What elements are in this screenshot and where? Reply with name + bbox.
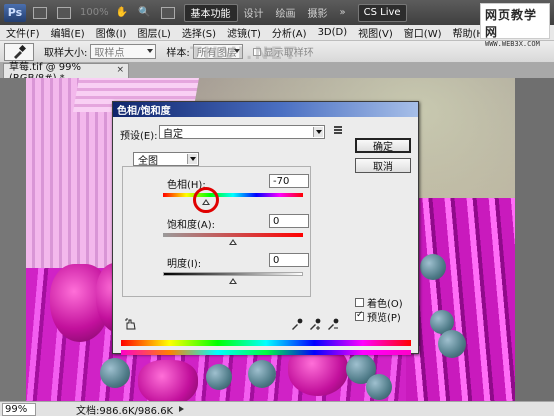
input-color-bar (121, 340, 411, 346)
zoom-level-readout[interactable]: 100% (80, 7, 109, 18)
colorize-checkbox[interactable]: 着色(O) (355, 295, 403, 310)
lightness-label: 明度(I): (167, 259, 202, 270)
status-bar: 99% 文档:986.6K/986.6K (0, 401, 554, 416)
lightness-input[interactable]: 0 (269, 253, 309, 267)
watermark-url: WWW.WEB3X.COM (485, 40, 540, 48)
menu-edit[interactable]: 编辑(E) (51, 25, 85, 40)
blueberry (366, 374, 392, 400)
checkbox-box (355, 298, 364, 307)
photoshop-logo: Ps (4, 3, 26, 22)
arrange-documents-button[interactable] (158, 4, 178, 22)
menu-bar: 文件(F) 编辑(E) 图像(I) 图层(L) 选择(S) 滤镜(T) 分析(A… (0, 25, 554, 41)
saturation-input[interactable]: 0 (269, 214, 309, 228)
close-icon[interactable]: × (116, 65, 124, 75)
saturation-slider-thumb[interactable] (229, 239, 237, 245)
view-extras-icon (57, 6, 71, 19)
blueberry (206, 364, 232, 390)
hand-tool-button[interactable]: ✋ (113, 4, 131, 22)
hue-saturation-dialog: 色相/饱和度 预设(E): 自定 确定 取消 全图 色相(H): -70 饱和度… (112, 101, 419, 355)
site-watermark: 网页教学网 WWW.WEB3X.COM (480, 3, 550, 48)
sample-label: 样本: (166, 48, 190, 59)
menu-filter[interactable]: 滤镜(T) (227, 25, 261, 40)
blueberry (420, 254, 446, 280)
menu-view[interactable]: 视图(V) (358, 25, 393, 40)
application-bar: Ps 100% ✋ 🔍 基本功能 设计 绘画 摄影 » CS Live (0, 0, 554, 25)
menu-select[interactable]: 选择(S) (182, 25, 216, 40)
menu-3d[interactable]: 3D(D) (318, 27, 348, 38)
sample-size-label: 取样大小: (44, 48, 88, 59)
document-info: 文档:986.6K/986.6K (76, 405, 174, 416)
chevron-down-icon (313, 127, 323, 137)
watermark-title: 网页教学网 (485, 8, 538, 39)
blueberry (438, 330, 466, 358)
checkbox-box (355, 310, 364, 321)
zoom-tool-button[interactable]: 🔍 (135, 4, 153, 22)
menu-file[interactable]: 文件(F) (6, 25, 40, 40)
workspace-more-button[interactable]: » (334, 4, 352, 22)
lightness-slider-thumb[interactable] (229, 278, 237, 284)
view-extras-button[interactable] (54, 4, 74, 22)
hue-input[interactable]: -70 (269, 174, 309, 188)
strawberry (138, 360, 198, 401)
arrange-icon (160, 6, 175, 19)
preset-select[interactable]: 自定 (159, 125, 325, 140)
preset-options-icon[interactable] (332, 126, 342, 136)
eyedropper-icon (14, 44, 26, 59)
menu-window[interactable]: 窗口(W) (404, 25, 442, 40)
highlight-circle (192, 187, 219, 213)
chevron-down-icon (147, 49, 154, 53)
workspace-photography[interactable]: 摄影 (302, 4, 334, 22)
preview-checkbox[interactable]: 预览(P) (355, 309, 401, 324)
bamboo-sticks-right (406, 198, 515, 401)
menu-analysis[interactable]: 分析(A) (272, 25, 307, 40)
output-color-bar (121, 350, 411, 355)
lightness-slider-track[interactable] (163, 272, 303, 276)
menu-image[interactable]: 图像(I) (96, 25, 127, 40)
ok-button[interactable]: 确定 (355, 138, 411, 153)
hue-slider-track[interactable] (163, 193, 303, 197)
sample-size-select[interactable]: 取样点 (90, 44, 157, 59)
preset-value: 自定 (163, 128, 183, 140)
chevron-down-icon (187, 154, 197, 164)
preset-label: 预设(E): (120, 131, 158, 142)
dialog-title[interactable]: 色相/饱和度 (113, 102, 418, 117)
status-menu-arrow-icon[interactable] (179, 406, 185, 412)
pasteboard-right (515, 78, 554, 401)
overlay-watermark: TILVI.NET (190, 44, 298, 64)
workspace-design[interactable]: 设计 (238, 4, 270, 22)
sample-size-value: 取样点 (94, 48, 125, 59)
colorize-label: 着色(O) (367, 299, 403, 310)
menu-layer[interactable]: 图层(L) (137, 25, 170, 40)
dialog-body: 预设(E): 自定 确定 取消 全图 色相(H): -70 饱和度(A): 0 … (113, 117, 418, 355)
channel-value: 全图 (138, 155, 158, 167)
blueberry (248, 360, 276, 388)
document-tab-row: 草莓.tif @ 99%(RGB/8#) * × (0, 62, 554, 84)
cs-live-button[interactable]: CS Live (357, 3, 407, 22)
workspace-painting[interactable]: 绘画 (270, 4, 302, 22)
cancel-button[interactable]: 取消 (355, 158, 411, 173)
saturation-slider-track[interactable] (163, 233, 303, 237)
subtract-from-sample-eyedropper-icon[interactable] (327, 318, 339, 330)
targeted-adjustment-icon[interactable] (125, 318, 137, 330)
eyedropper-icon[interactable] (291, 318, 303, 330)
saturation-label: 饱和度(A): (167, 220, 216, 231)
blueberry (100, 358, 130, 388)
add-to-sample-eyedropper-icon[interactable] (309, 318, 321, 330)
bridge-icon (33, 6, 47, 19)
preview-label: 预览(P) (367, 313, 401, 324)
zoom-input[interactable]: 99% (2, 402, 36, 416)
launch-bridge-button[interactable] (30, 4, 50, 22)
document-tab[interactable]: 草莓.tif @ 99%(RGB/8#) * × (3, 62, 129, 84)
workspace-switcher: 基本功能 设计 绘画 摄影 » (183, 3, 352, 23)
channel-select[interactable]: 全图 (133, 152, 199, 167)
workspace-essentials[interactable]: 基本功能 (183, 3, 238, 22)
